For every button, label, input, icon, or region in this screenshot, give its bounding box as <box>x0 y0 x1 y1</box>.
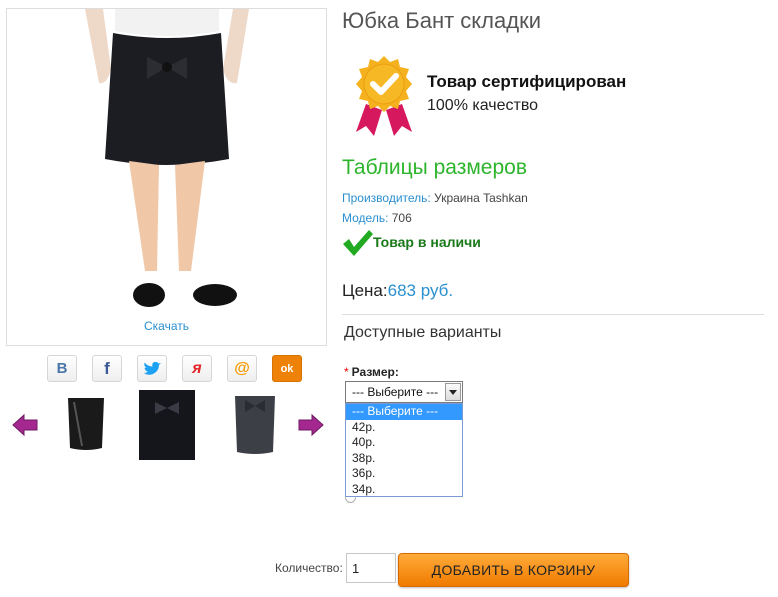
size-select[interactable]: --- Выберите --- <box>345 381 463 403</box>
vk-glyph: В <box>56 360 68 377</box>
size-dropdown-list: --- Выберите --- 42р. 40р. 38р. 36р. 34р… <box>345 403 463 497</box>
in-stock-text: Товар в наличи <box>373 234 481 250</box>
arrow-right-shape <box>298 413 324 437</box>
yaru-glyph: я <box>192 359 202 377</box>
size-select-value: --- Выберите --- <box>352 385 439 399</box>
divider <box>342 314 764 315</box>
mailru-glyph: @ <box>234 359 250 377</box>
thumb-image <box>139 390 195 460</box>
checkmark-icon <box>343 230 373 256</box>
certified-ribbon-icon <box>352 54 416 143</box>
manufacturer-info: Производитель: Украина Tashkan <box>342 191 528 205</box>
facebook-glyph: f <box>104 358 110 378</box>
required-mark: * <box>344 365 349 379</box>
certificate-title: Товар сертифицирован <box>427 72 627 91</box>
size-table-link[interactable]: Таблицы размеров <box>342 156 527 180</box>
mailru-icon[interactable]: @ <box>227 355 257 382</box>
thumbnail-black-bow-skirt[interactable] <box>139 390 195 460</box>
size-field-label: * Размер: <box>344 365 399 379</box>
thumbnail-black-satin-skirt[interactable] <box>58 390 114 460</box>
yaru-icon[interactable]: я <box>182 355 212 382</box>
price-value: 683 руб. <box>387 281 454 300</box>
model-value: 706 <box>391 211 412 225</box>
skirt-photo-image <box>85 9 249 307</box>
size-option[interactable]: 36р. <box>346 466 462 482</box>
vk-icon[interactable]: В <box>47 355 77 382</box>
arrow-right-icon[interactable] <box>298 413 324 441</box>
odnoklassniki-glyph: ok <box>280 362 294 375</box>
model-info: Модель: 706 <box>342 211 412 225</box>
certified-ribbon-shape <box>356 56 412 136</box>
thumb-image <box>68 398 104 450</box>
certificate-subtitle: 100% качество <box>427 97 539 114</box>
chevron-down-icon[interactable] <box>445 383 461 401</box>
add-to-cart-button[interactable]: ДОБАВИТЬ В КОРЗИНУ <box>398 553 629 587</box>
price-label: Цена: <box>342 281 388 300</box>
arrow-left-shape <box>12 413 38 437</box>
thumb-image <box>235 396 275 454</box>
twitter-icon[interactable] <box>137 355 167 382</box>
quantity-label: Количество: <box>275 561 343 575</box>
odnoklassniki-icon[interactable]: ok <box>272 355 302 382</box>
manufacturer-label: Производитель: <box>342 191 431 205</box>
size-option[interactable]: 38р. <box>346 451 462 467</box>
model-label: Модель: <box>342 211 389 225</box>
chevron-shape <box>449 389 457 395</box>
size-option[interactable]: 42р. <box>346 420 462 436</box>
facebook-icon[interactable]: f <box>92 355 122 382</box>
manufacturer-value: Украина Tashkan <box>434 191 528 205</box>
main-product-photo[interactable]: Скачать <box>6 8 327 346</box>
quantity-input[interactable] <box>346 553 396 583</box>
size-label-text: Размер: <box>351 365 399 379</box>
price: Цена:683 руб. <box>342 281 453 301</box>
thumbnail-gray-bow-skirt[interactable] <box>227 390 283 460</box>
twitter-bird-shape <box>144 361 161 375</box>
size-option[interactable]: 40р. <box>346 435 462 451</box>
arrow-left-icon[interactable] <box>12 413 38 441</box>
available-options-heading: Доступные варианты <box>344 324 502 341</box>
in-stock-status: Товар в наличи <box>342 229 481 257</box>
download-link[interactable]: Скачать <box>7 319 326 333</box>
product-title: Юбка Бант складки <box>342 8 541 33</box>
size-option[interactable]: 34р. <box>346 482 462 498</box>
size-option[interactable]: --- Выберите --- <box>346 404 462 420</box>
